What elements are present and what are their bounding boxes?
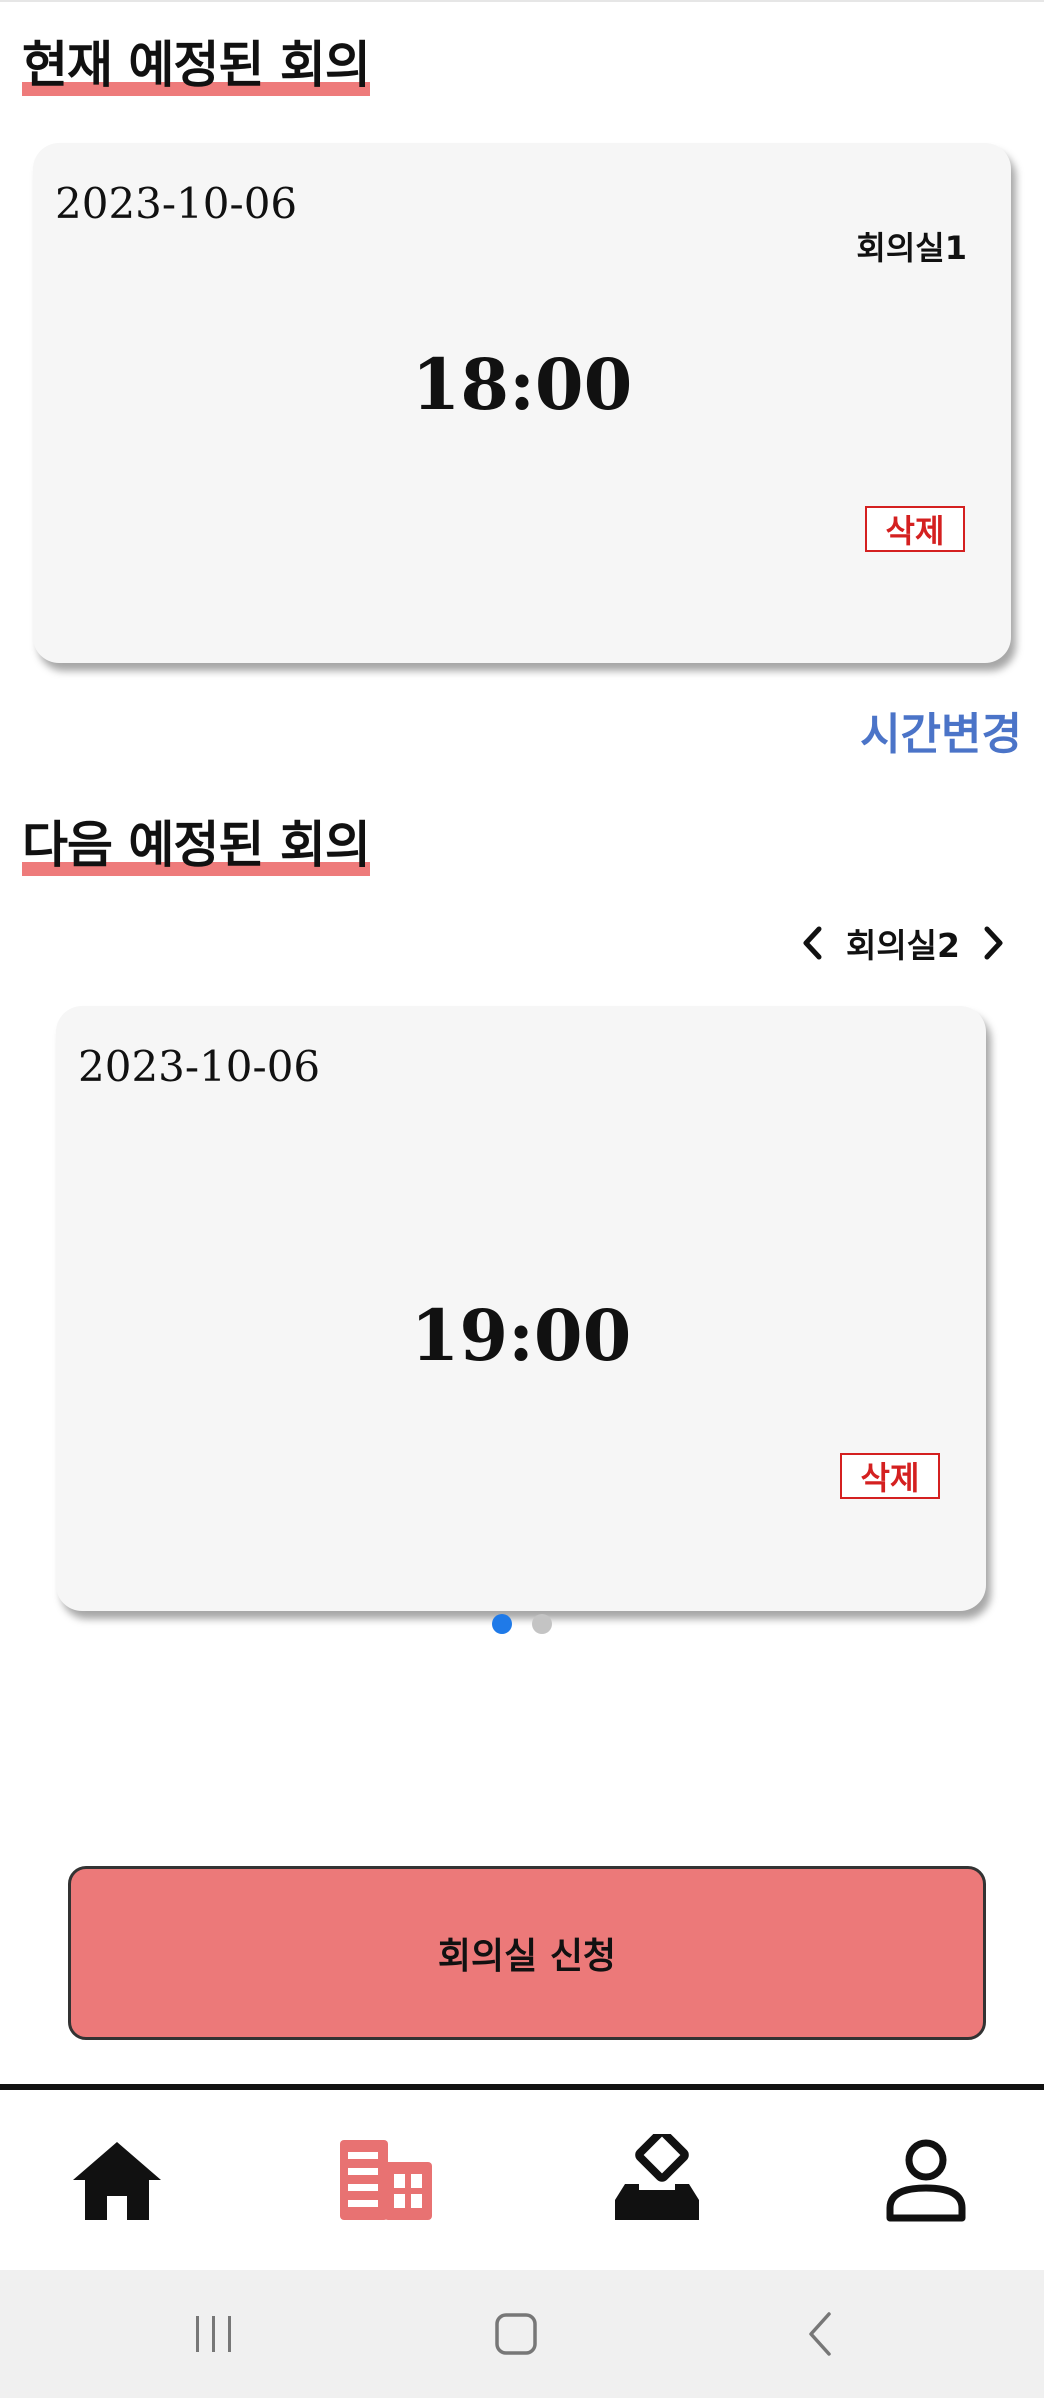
next-meeting-card[interactable]: 2023-10-06 19:00 삭제: [56, 1006, 986, 1611]
time-change-link[interactable]: 시간변경: [860, 698, 1022, 762]
nav-vote[interactable]: [607, 2130, 707, 2230]
recent-apps-button[interactable]: [184, 2304, 244, 2364]
room-selector: 회의실2: [792, 918, 1014, 968]
next-meeting-time: 19:00: [410, 1294, 632, 1377]
pagination-dot-2[interactable]: [532, 1614, 552, 1634]
current-meeting-room: 회의실1: [856, 229, 967, 267]
back-icon: [809, 2312, 831, 2356]
current-meeting-date: 2023-10-06: [55, 179, 298, 228]
room-selector-label: 회의실2: [845, 926, 960, 965]
chevron-left-icon: [803, 926, 822, 960]
profile-icon: [886, 2139, 966, 2222]
home-icon: [73, 2142, 161, 2220]
current-delete-button[interactable]: 삭제: [865, 506, 965, 552]
nav-meeting-rooms[interactable]: [336, 2130, 436, 2230]
apply-meeting-room-button[interactable]: 회의실 신청: [68, 1866, 986, 2040]
pagination-dot-1[interactable]: [492, 1614, 512, 1634]
current-meeting-card: 2023-10-06 회의실1 18:00 삭제: [33, 143, 1011, 663]
nav-home[interactable]: [67, 2130, 167, 2230]
top-divider: [0, 0, 1044, 2]
building-icon: [340, 2140, 432, 2220]
current-meeting-title-text: 현재 예정된 회의: [22, 36, 371, 96]
pagination-dots: [0, 1614, 1044, 1634]
vote-icon: [615, 2134, 699, 2220]
home-system-button[interactable]: [486, 2304, 546, 2364]
next-meeting-date: 2023-10-06: [78, 1042, 321, 1091]
prev-room-button[interactable]: [792, 918, 832, 968]
next-meeting-title-text: 다음 예정된 회의: [22, 816, 371, 876]
current-meeting-time: 18:00: [411, 343, 633, 426]
system-navigation-bar: [0, 2270, 1044, 2398]
recent-apps-icon: [196, 2316, 231, 2352]
current-meeting-title: 현재 예정된 회의: [22, 36, 371, 96]
next-delete-button[interactable]: 삭제: [840, 1453, 940, 1499]
next-meeting-title: 다음 예정된 회의: [22, 816, 371, 876]
back-system-button[interactable]: [790, 2304, 850, 2364]
chevron-right-icon: [984, 926, 1003, 960]
home-square-icon: [495, 2313, 537, 2355]
bottom-nav: [0, 2090, 1044, 2270]
nav-profile[interactable]: [876, 2130, 976, 2230]
next-room-button[interactable]: [974, 918, 1014, 968]
